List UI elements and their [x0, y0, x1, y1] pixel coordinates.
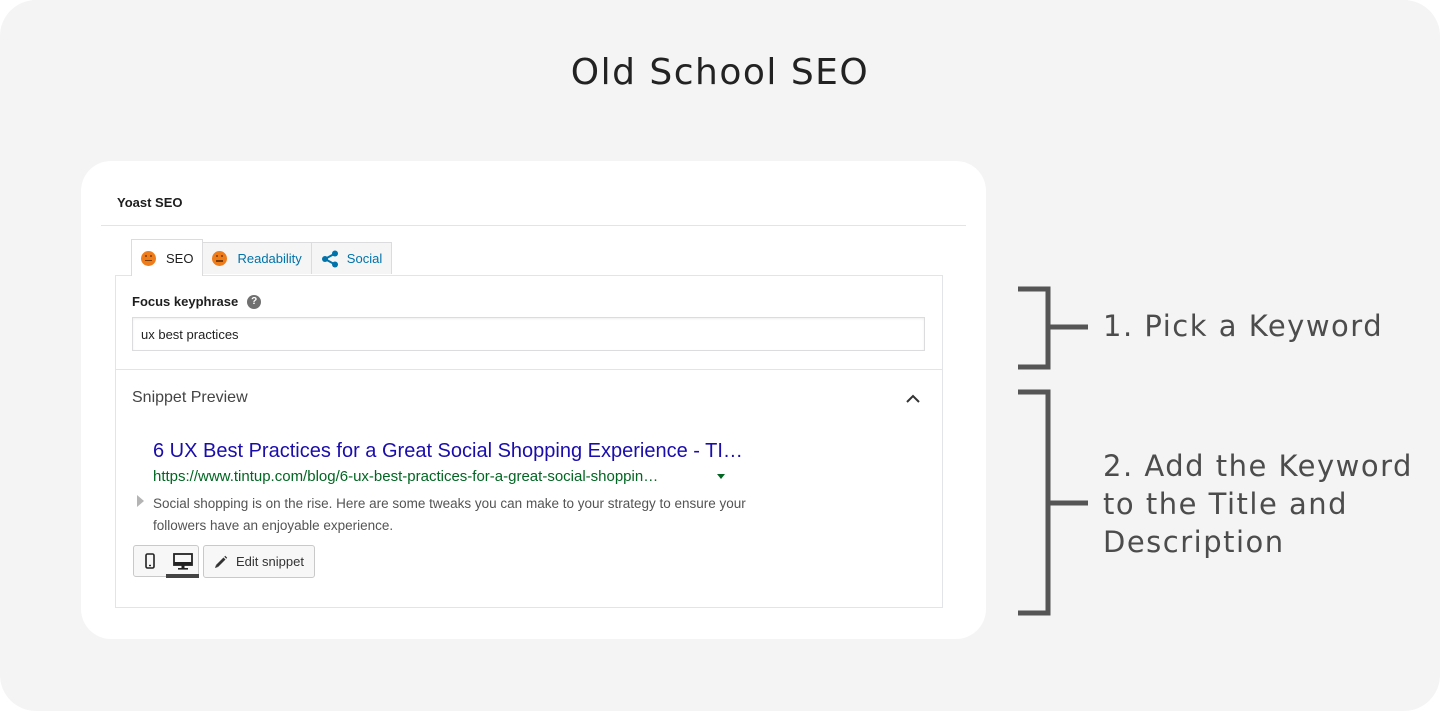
orange-face-icon	[141, 250, 156, 266]
share-icon	[321, 250, 338, 267]
mobile-icon	[145, 553, 155, 569]
annotation-step2-line3: Description	[1103, 525, 1285, 559]
edit-snippet-label: Edit snippet	[236, 554, 304, 569]
yoast-seo-card: Yoast SEO SEO Readability Social Focus k…	[81, 161, 986, 639]
annotation-step1: 1. Pick a Keyword	[1103, 309, 1384, 343]
annotation-step2-line2: to the Title and	[1103, 487, 1349, 521]
heading-divider	[101, 225, 966, 226]
tab-label: Social	[346, 251, 383, 266]
focus-keyphrase-input[interactable]	[132, 317, 925, 351]
card-heading: Yoast SEO	[117, 195, 183, 210]
bracket-step2-icon	[1018, 389, 1088, 616]
orange-face-icon	[212, 251, 228, 266]
focus-label-text: Focus keyphrase	[132, 294, 239, 309]
serp-description[interactable]: Social shopping is on the rise. Here are…	[153, 493, 763, 537]
chevron-up-icon[interactable]	[905, 393, 921, 405]
desktop-preview-button[interactable]	[166, 546, 199, 576]
page-title: Old School SEO	[570, 52, 870, 93]
desktop-icon	[172, 552, 193, 570]
focus-keyphrase-label: Focus keyphrase ?	[132, 294, 262, 309]
annotation-step2: 2. Add the Keyword to the Title and Desc…	[1103, 447, 1413, 561]
preview-mode-toggle	[133, 545, 199, 578]
pencil-icon	[215, 555, 228, 568]
active-mode-indicator	[166, 574, 199, 578]
mobile-preview-button[interactable]	[134, 546, 166, 576]
help-icon[interactable]: ?	[247, 294, 262, 309]
tab-bar: SEO Readability Social	[131, 239, 393, 276]
annotation-step2-line1: 2. Add the Keyword	[1103, 449, 1413, 483]
tab-readability[interactable]: Readability	[202, 242, 312, 274]
section-divider	[116, 369, 942, 370]
tab-social[interactable]: Social	[310, 242, 393, 274]
serp-url[interactable]: https://www.tintup.com/blog/6-ux-best-pr…	[153, 468, 658, 485]
url-dropdown-caret-icon	[717, 474, 725, 479]
bracket-step1-icon	[1018, 286, 1088, 370]
edit-snippet-button[interactable]: Edit snippet	[203, 545, 315, 578]
slide-background: Old School SEO Yoast SEO SEO Readability	[0, 0, 1440, 711]
snippet-preview-header[interactable]: Snippet Preview	[132, 389, 248, 407]
tab-seo[interactable]: SEO	[131, 239, 204, 276]
tab-label: Readability	[237, 251, 302, 266]
tab-label: SEO	[166, 250, 194, 266]
description-marker-icon	[137, 495, 144, 507]
serp-title[interactable]: 6 UX Best Practices for a Great Social S…	[153, 440, 793, 463]
